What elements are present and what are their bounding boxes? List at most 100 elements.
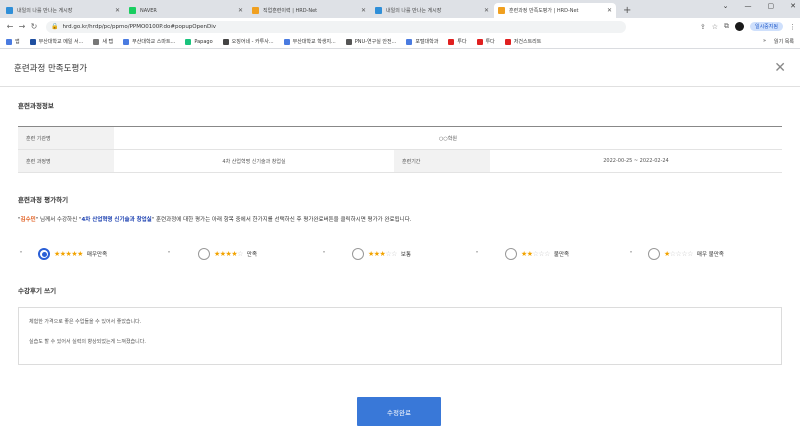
bookmark-favicon-icon (29, 38, 36, 45)
bookmark-star-icon[interactable]: ☆ (712, 23, 718, 31)
radio-button[interactable] (38, 248, 50, 260)
review-line: 실습도 할 수 있어서 실력의 향상되었는게 느껴졌습니다. (29, 339, 146, 345)
rating-label: 매우만족 (86, 252, 108, 258)
youtube-icon (504, 38, 511, 45)
bookmark-item[interactable]: 새 탭 (93, 38, 113, 45)
window-close-icon[interactable]: ✕ (790, 2, 796, 10)
tab-close-icon[interactable]: ✕ (115, 7, 120, 14)
more-bookmarks-icon[interactable]: » (763, 38, 766, 45)
stars-empty: ☆ (237, 250, 243, 258)
modal-title: 훈련과정 만족도평가 (14, 63, 88, 74)
bookmark-item[interactable]: 부산대학교 메일 서... (29, 38, 84, 45)
bookmark-favicon-icon (93, 38, 100, 45)
radio-button[interactable] (198, 248, 210, 260)
bookmark-item[interactable]: Papago (185, 38, 213, 45)
bookmark-item[interactable]: PNU-연구실 안전... (345, 38, 396, 45)
bookmark-item[interactable]: 앱 (6, 38, 20, 45)
bookmark-item[interactable]: 부산대학교 스마트... (123, 38, 175, 45)
modal-header: 훈련과정 만족도평가 ✕ (0, 49, 800, 87)
instruction-text: " 님께서 수강하신 " (35, 217, 82, 223)
divider-mark: " (168, 251, 171, 257)
minimize-icon[interactable]: — (745, 2, 752, 10)
tab-title: 내일의 나를 만나는 게시장 (386, 8, 442, 14)
papago-icon (185, 38, 192, 45)
stars-filled: ★★★ (368, 250, 386, 258)
profile-status-pill[interactable]: 일시중지됨 (749, 22, 783, 31)
satisfaction-rating-group: " ★★★★★ 매우만족 " ★★★★☆ 만족 " ★★★☆☆ 보통 " ★★☆… (18, 248, 782, 268)
bookmark-label: 앱 (15, 39, 20, 45)
tab-search-icon[interactable]: ⌄ (723, 2, 729, 10)
site-favicon-icon (6, 7, 13, 14)
bookmark-item[interactable]: 투다 (448, 38, 467, 45)
rating-label: 만족 (246, 252, 258, 258)
tab-close-icon[interactable]: ✕ (607, 7, 612, 14)
browser-tab-active[interactable]: 훈련과정 만족도평가 | HRD-Net ✕ (494, 3, 616, 18)
course-label: 훈련 과정명 (18, 149, 114, 173)
rating-label: 불만족 (553, 252, 570, 258)
bookmark-favicon-icon (222, 38, 229, 45)
bookmark-favicon-icon (345, 38, 352, 45)
lock-icon: 🔒 (51, 23, 59, 30)
browser-tab[interactable]: 내일의 나를 만나는 게시장 ✕ (371, 3, 493, 18)
instruction-text: " 훈련과정에 대한 평가는 아래 항목 중에서 한가지를 선택하신 후 평가완… (151, 217, 412, 223)
star-rating-icon: ★☆☆☆☆ (664, 250, 693, 258)
course-name: 4차 산업혁명 신기술과 창업실 (81, 217, 152, 223)
browser-tab[interactable]: NAVER ✕ (125, 3, 247, 18)
new-tab-button[interactable]: + (623, 5, 631, 16)
window-controls: ⌄ — ▢ ✕ (723, 2, 796, 10)
bookmark-label: 투다 (485, 39, 495, 45)
browser-tab[interactable]: 직업훈련이력 | HRD-Net ✕ (248, 3, 370, 18)
stars-filled: ★★★★★ (54, 250, 83, 258)
reload-icon[interactable]: ↻ (28, 22, 40, 31)
bookmark-label: 부산대학교 메일 서... (38, 39, 84, 45)
tab-close-icon[interactable]: ✕ (361, 7, 366, 14)
maximize-icon[interactable]: ▢ (768, 2, 775, 10)
bookmark-favicon-icon (406, 38, 413, 45)
radio-button[interactable] (648, 248, 660, 260)
apps-icon (6, 38, 12, 45)
period-label: 훈련기간 (394, 149, 490, 173)
bookmark-item[interactable]: 오징어네 - 카투사... (222, 38, 274, 45)
bookmark-label: 부산대학교 학생지... (292, 39, 336, 45)
submit-button[interactable]: 수정완료 (357, 397, 441, 426)
share-icon[interactable]: ⇪ (700, 23, 706, 31)
bookmark-label: Papago (194, 38, 213, 45)
url-field[interactable]: 🔒 hrd.go.kr/hrdp/pc/ppmo/PPMO0100P.do#po… (46, 20, 626, 33)
rating-option-dissatisfied[interactable]: ★★☆☆☆ 불만족 (505, 248, 569, 260)
extensions-icon[interactable]: ⧉ (724, 22, 729, 31)
section-title-review: 수강후기 쓰기 (18, 287, 57, 295)
table-row: 훈련 과정명 4차 산업혁명 신기술과 창업실 훈련기간 2022-00-25 … (18, 149, 782, 173)
review-textarea[interactable]: 체험한 가격으로 좋은 수업들을 수 있어서 좋았습니다. 실습도 할 수 있어… (18, 307, 782, 365)
bookmark-label: 포털대학과 (415, 39, 439, 45)
bookmark-item[interactable]: 저건스트리트 (504, 38, 541, 45)
tab-title: 직업훈련이력 | HRD-Net (263, 8, 318, 14)
rating-option-satisfied[interactable]: ★★★★☆ 만족 (198, 248, 257, 260)
back-arrow-icon[interactable]: ← (4, 22, 16, 31)
stars-filled: ★★ (521, 250, 533, 258)
browser-tab[interactable]: 내일의 나를 만나는 게시장 ✕ (2, 3, 124, 18)
reading-list-link[interactable]: 읽기 목록 (774, 38, 794, 45)
rating-option-very-satisfied[interactable]: ★★★★★ 매우만족 (38, 248, 107, 260)
stars-empty: ☆☆ (385, 250, 397, 258)
divider-mark: " (630, 251, 633, 257)
bookmark-item[interactable]: 부산대학교 학생지... (283, 38, 336, 45)
menu-kebab-icon[interactable]: ⋮ (789, 23, 796, 31)
org-label: 훈련 기관명 (18, 126, 114, 150)
youtube-icon (476, 38, 483, 45)
bookmark-item[interactable]: 포털대학과 (406, 38, 438, 45)
profile-avatar[interactable] (734, 22, 744, 31)
forward-arrow-icon[interactable]: → (16, 22, 28, 31)
naver-favicon-icon (129, 7, 136, 14)
org-value: ○○학원 (114, 126, 782, 150)
radio-button[interactable] (352, 248, 364, 260)
rating-option-neutral[interactable]: ★★★☆☆ 보통 (352, 248, 411, 260)
rating-option-very-dissatisfied[interactable]: ★☆☆☆☆ 매우 불만족 (648, 248, 724, 260)
radio-button[interactable] (505, 248, 517, 260)
bookmark-item[interactable]: 투다 (476, 38, 495, 45)
close-icon[interactable]: ✕ (774, 60, 786, 76)
tab-title: 훈련과정 만족도평가 | HRD-Net (509, 8, 579, 14)
tab-close-icon[interactable]: ✕ (484, 7, 489, 14)
bookmark-label: 부산대학교 스마트... (132, 39, 176, 45)
bookmark-favicon-icon (123, 38, 130, 45)
tab-close-icon[interactable]: ✕ (238, 7, 243, 14)
